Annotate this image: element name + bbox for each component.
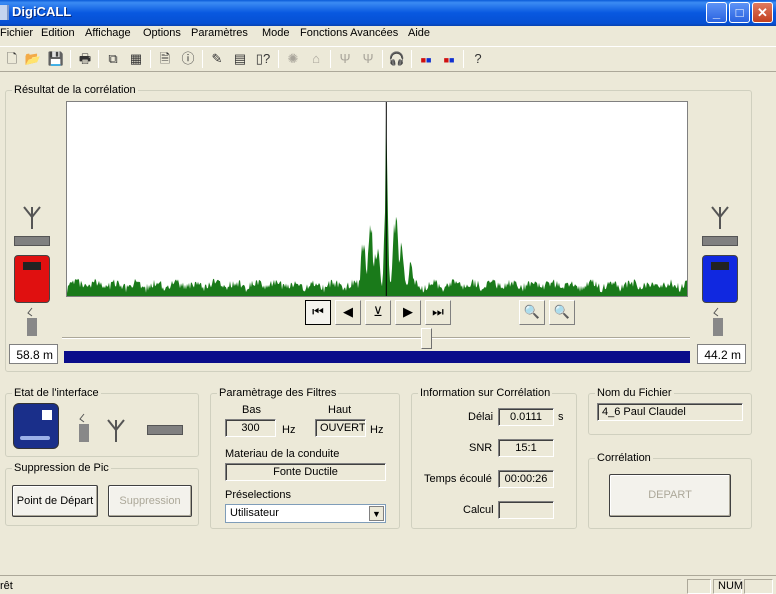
first-button[interactable]: ⏮ (305, 300, 331, 325)
status-bar: rêt NUM (0, 575, 776, 594)
previous-button[interactable]: ◀ (335, 300, 361, 325)
preset-label: Préselections (225, 489, 292, 501)
start-button[interactable]: DEPART (609, 474, 731, 517)
window-title: DigiCALL (12, 4, 72, 19)
high-unit: Hz (370, 424, 384, 436)
left-probe-icon (27, 307, 37, 336)
interface-state-label: Etat de l'interface (12, 387, 101, 399)
preset-value: Utilisateur (230, 507, 279, 519)
material-label: Materiau de la conduite (225, 448, 340, 460)
sensors-config-icon[interactable]: ■■ (440, 50, 458, 68)
calc-label: Calcul (463, 504, 494, 516)
tools-icon[interactable]: ✎ (208, 50, 226, 68)
high-filter-field[interactable]: OUVERT (315, 419, 366, 437)
zoom-in-icon[interactable]: 🔍 (549, 300, 575, 325)
menu-options[interactable]: Options (143, 27, 181, 39)
correlation-info-label: Information sur Corrélation (418, 387, 553, 399)
left-distance: 58.8 m (9, 344, 58, 364)
right-antenna-icon (711, 206, 729, 229)
correlation-plot[interactable] (66, 101, 688, 297)
interface-device-icon (13, 403, 59, 449)
status-panel-empty (687, 579, 711, 594)
menu-parametres[interactable]: Paramètres (191, 27, 248, 39)
right-distance: 44.2 m (697, 344, 746, 364)
peak-suppression-label: Suppression de Pic (12, 462, 111, 474)
copy-icon[interactable]: ⧉ (104, 50, 122, 68)
preset-select[interactable]: Utilisateur ▼ (225, 504, 386, 523)
signal-icon[interactable]: Ψ (359, 50, 377, 68)
low-filter-field[interactable]: 300 (225, 419, 276, 437)
headphones-icon[interactable]: 🎧 (388, 50, 406, 68)
app-icon (0, 5, 9, 20)
correlation-label: Corrélation (595, 452, 653, 464)
minimize-button[interactable]: _ (706, 2, 727, 23)
position-slider-thumb[interactable] (421, 328, 433, 349)
file-name-label: Nom du Fichier (595, 387, 674, 399)
correlation-chart (67, 102, 687, 296)
calc-field (498, 501, 554, 519)
close-button[interactable]: ✕ (752, 2, 773, 23)
position-slider-track[interactable] (62, 337, 690, 339)
interface-battery-icon (147, 425, 183, 435)
toolbar: 🗋 📂 💾 🖶 ⧉ ▦ 🗎 ⓘ ✎ ▤ ▯? ✺ ⌂ Ψ Ψ 🎧 ■■ ■■ ? (0, 46, 776, 72)
title-bar: DigiCALL _ □ ✕ (0, 0, 776, 26)
snr-field: 15:1 (498, 439, 554, 457)
menu-fonctions-avancees[interactable]: Fonctions Avancées (300, 27, 398, 39)
status-num: NUM (713, 579, 743, 594)
sensors-view-icon[interactable]: ■■ (417, 50, 435, 68)
status-text: rêt (0, 580, 13, 592)
start-point-button[interactable]: Point de Départ (12, 485, 98, 517)
open-folder-icon[interactable]: 📂 (24, 50, 42, 68)
menu-mode[interactable]: Mode (262, 27, 290, 39)
right-battery-icon (702, 236, 738, 246)
next-button[interactable]: ▶ (395, 300, 421, 325)
print-icon[interactable]: 🖶 (76, 50, 94, 68)
material-field[interactable]: Fonte Ductile (225, 463, 386, 481)
info-icon[interactable]: ⓘ (179, 50, 197, 68)
status-panel-scroll (744, 579, 773, 594)
report-icon[interactable]: 🗎 (156, 50, 174, 68)
left-battery-icon (14, 236, 50, 246)
right-probe-icon (713, 307, 723, 336)
export-icon[interactable]: ▦ (127, 50, 145, 68)
center-button[interactable]: ⊻ (365, 300, 391, 325)
filters-label: Paramètrage des Filtres (217, 387, 339, 399)
suppress-button[interactable]: Suppression (108, 485, 192, 517)
help-context-icon[interactable]: ▯? (254, 50, 272, 68)
menu-edition[interactable]: Edition (41, 27, 75, 39)
delay-label: Délai (468, 411, 494, 423)
menu-affichage[interactable]: Affichage (85, 27, 131, 39)
delay-unit: s (558, 411, 564, 423)
elapsed-field: 00:00:26 (498, 470, 554, 488)
maximize-button[interactable]: □ (729, 2, 750, 23)
menu-aide[interactable]: Aide (408, 27, 430, 39)
left-sensor-icon (14, 255, 50, 303)
zoom-out-icon[interactable]: 🔍 (519, 300, 545, 325)
low-label: Bas (242, 404, 261, 416)
sensor-icon[interactable]: ⌂ (307, 50, 325, 68)
menu-fichier[interactable]: Fichier (0, 27, 33, 39)
save-icon[interactable]: 💾 (47, 50, 65, 68)
correlation-area (67, 116, 687, 296)
snr-label: SNR (469, 442, 493, 454)
interface-antenna-icon (107, 419, 125, 442)
chevron-down-icon[interactable]: ▼ (369, 506, 384, 521)
alarm-icon[interactable]: ✺ (284, 50, 302, 68)
antenna-icon[interactable]: Ψ (336, 50, 354, 68)
delay-field: 0.0111 (498, 408, 554, 426)
correlation-result-label: Résultat de la corrélation (12, 84, 138, 96)
help-icon[interactable]: ? (469, 50, 487, 68)
left-antenna-icon (23, 206, 41, 229)
low-unit: Hz (282, 424, 296, 436)
last-button[interactable]: ⏭ (425, 300, 451, 325)
elapsed-label: Temps écoulé (424, 473, 492, 485)
pipe-bar (64, 351, 690, 363)
interface-probe-icon (79, 413, 89, 442)
menu-bar: Fichier Edition Affichage Options Paramè… (0, 26, 776, 45)
new-file-icon[interactable]: 🗋 (3, 50, 21, 68)
filter-icon[interactable]: ▤ (231, 50, 249, 68)
high-label: Haut (328, 404, 352, 416)
file-name-field[interactable]: 4_6 Paul Claudel (597, 403, 743, 421)
right-sensor-icon (702, 255, 738, 303)
